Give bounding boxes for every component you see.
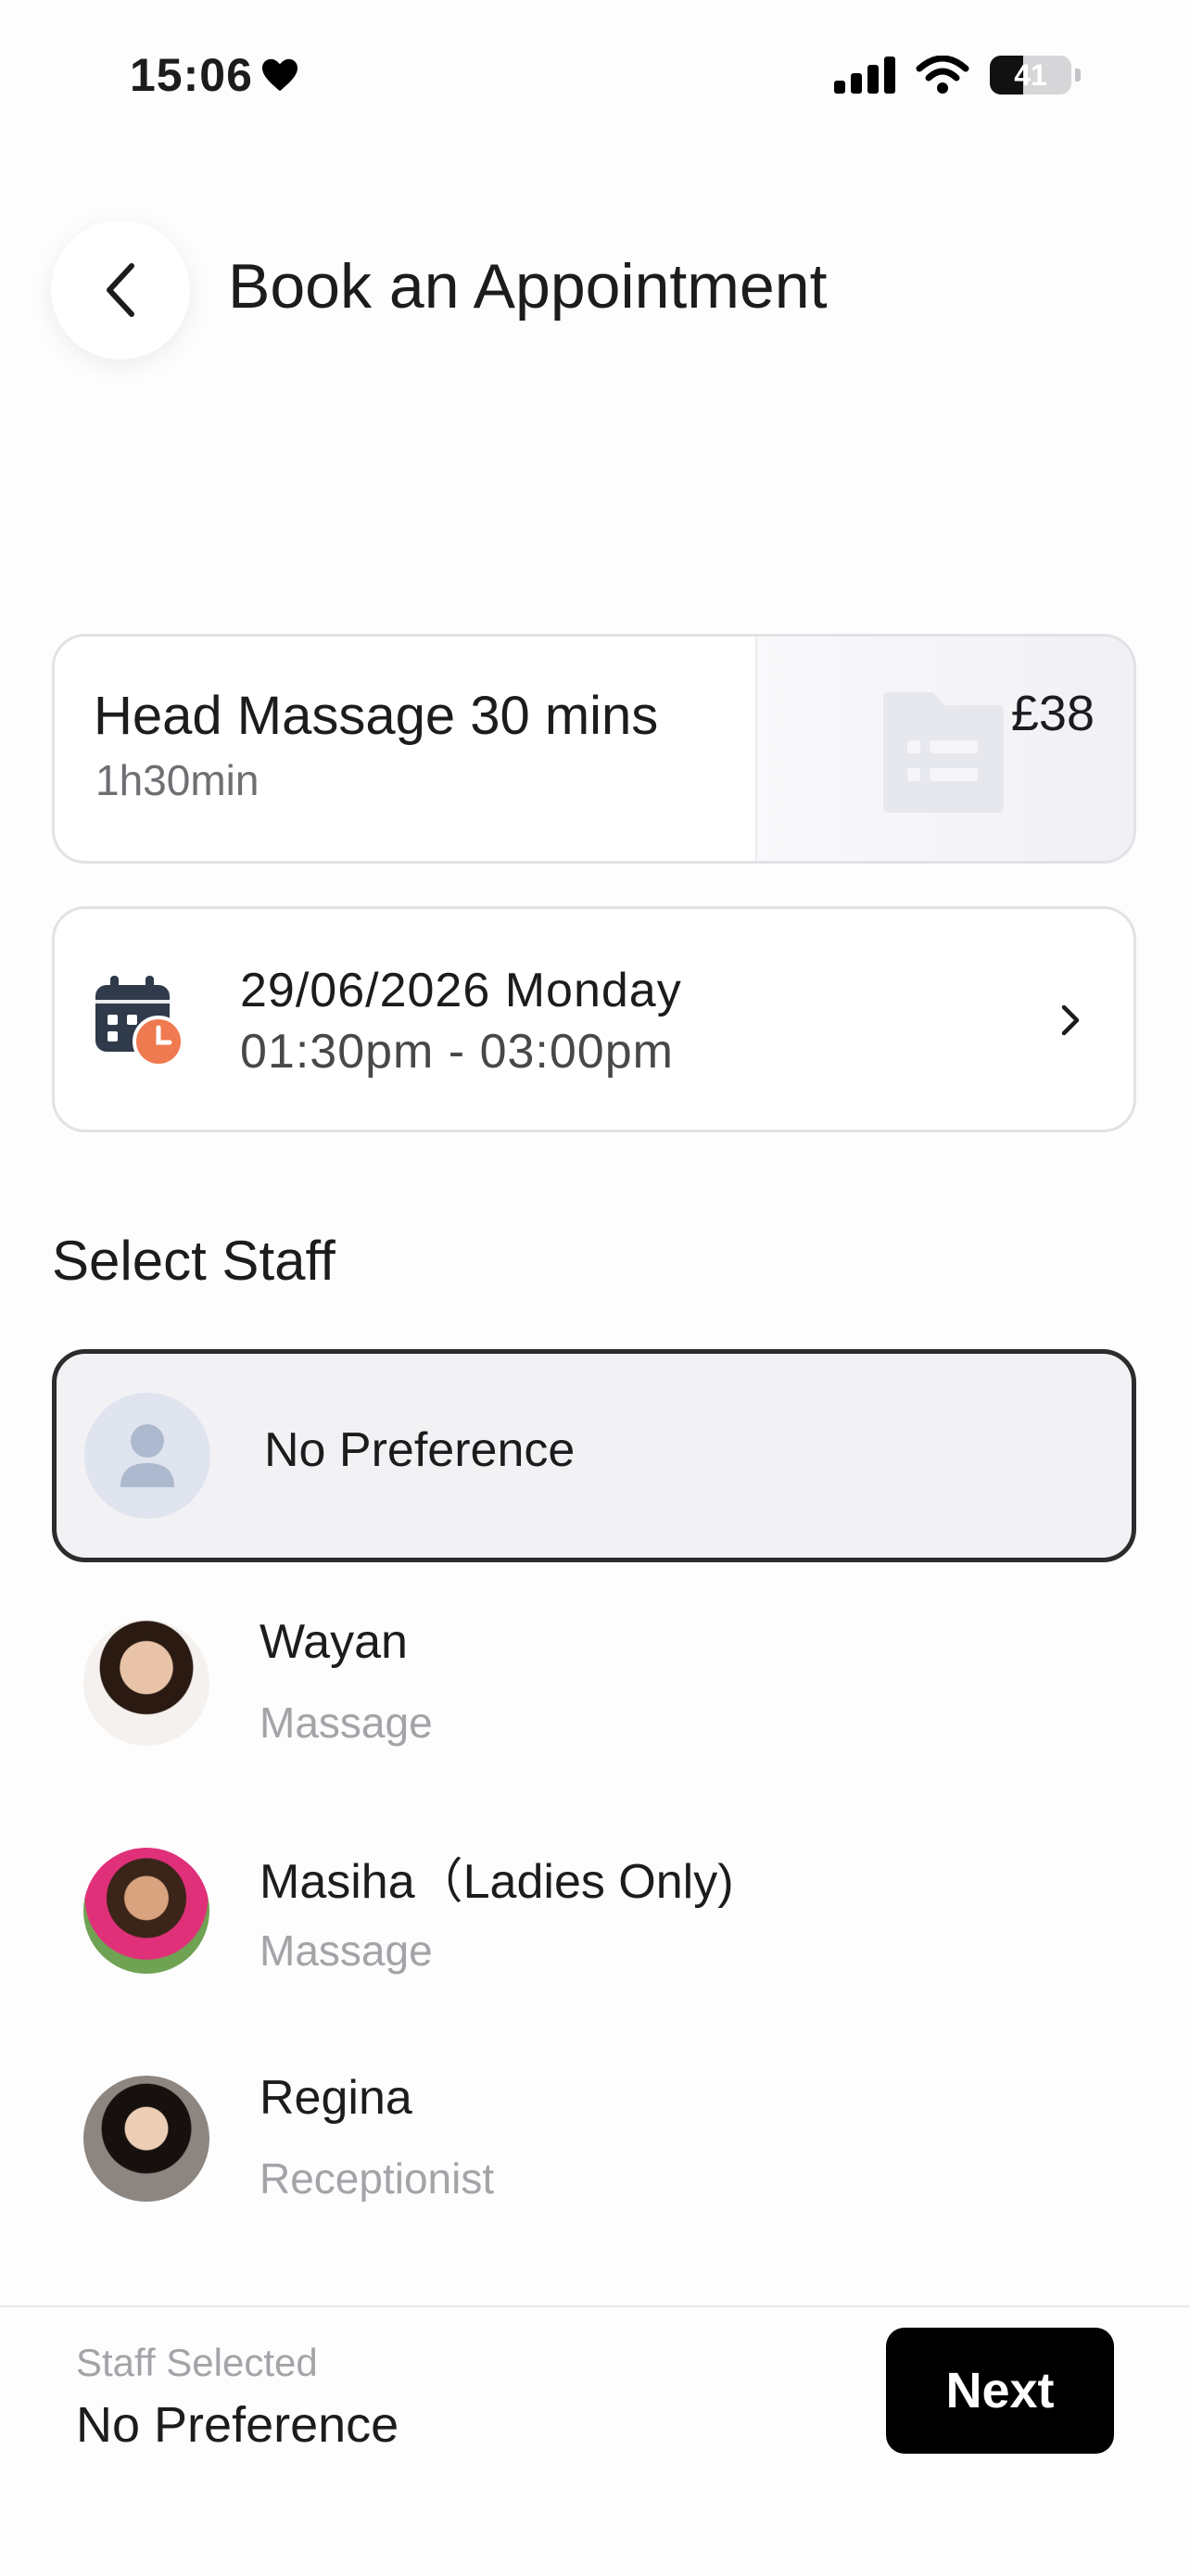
- service-name: Head Massage 30 mins: [94, 686, 659, 746]
- time-text: 15:06: [130, 49, 253, 101]
- staff-option-no-preference[interactable]: No Preference: [52, 1349, 1136, 1562]
- staff-role: Massage: [260, 1698, 433, 1747]
- status-bar-time: 15:06: [130, 48, 299, 102]
- chevron-left-icon: [107, 263, 134, 317]
- service-duration: 1h30min: [95, 756, 260, 804]
- staff-option-regina[interactable]: Regina Receptionist: [52, 2050, 1136, 2202]
- staff-avatar: [83, 1848, 209, 1974]
- battery-icon: 41: [990, 56, 1071, 95]
- staff-name: Masiha（Ladies Only): [260, 1855, 734, 1909]
- staff-role: Massage: [260, 1926, 433, 1975]
- page-title: Book an Appointment: [228, 251, 828, 322]
- staff-role: Receptionist: [260, 2154, 495, 2202]
- calendar-clock-icon: [95, 976, 184, 1067]
- staff-name: No Preference: [264, 1423, 576, 1477]
- next-button[interactable]: Next: [886, 2328, 1114, 2454]
- heart-icon: [261, 58, 298, 92]
- chevron-right-icon: [1061, 1004, 1080, 1036]
- staff-name: Wayan: [260, 1615, 408, 1669]
- staff-name: Regina: [260, 2071, 412, 2125]
- service-price: £38: [1010, 686, 1095, 741]
- back-button[interactable]: [51, 221, 190, 360]
- battery-cap: [1075, 69, 1081, 82]
- wifi-icon: [916, 56, 969, 94]
- status-bar-right: 41: [834, 56, 1081, 95]
- staff-option-masiha[interactable]: Masiha（Ladies Only) Massage: [52, 1822, 1136, 2016]
- staff-avatar: [83, 2076, 209, 2202]
- staff-selected-value: No Preference: [76, 2397, 399, 2453]
- staff-selected-label: Staff Selected: [76, 2341, 318, 2384]
- staff-avatar: [83, 1620, 209, 1746]
- select-staff-heading: Select Staff: [52, 1230, 335, 1292]
- appointment-time: 01:30pm - 03:00pm: [240, 1025, 674, 1079]
- user-placeholder-icon: [84, 1393, 210, 1519]
- battery-text: 41: [1014, 57, 1047, 92]
- appointment-date: 29/06/2026 Monday: [240, 964, 682, 1017]
- staff-option-wayan[interactable]: Wayan Massage: [52, 1594, 1136, 1788]
- appointment-datetime-card[interactable]: 29/06/2026 Monday 01:30pm - 03:00pm: [52, 906, 1136, 1132]
- service-card[interactable]: Head Massage 30 mins 1h30min £38: [52, 634, 1136, 864]
- folder-icon: [883, 692, 1004, 813]
- bottom-bar: Staff Selected No Preference Next: [0, 2305, 1190, 2576]
- signal-icon: [834, 57, 895, 94]
